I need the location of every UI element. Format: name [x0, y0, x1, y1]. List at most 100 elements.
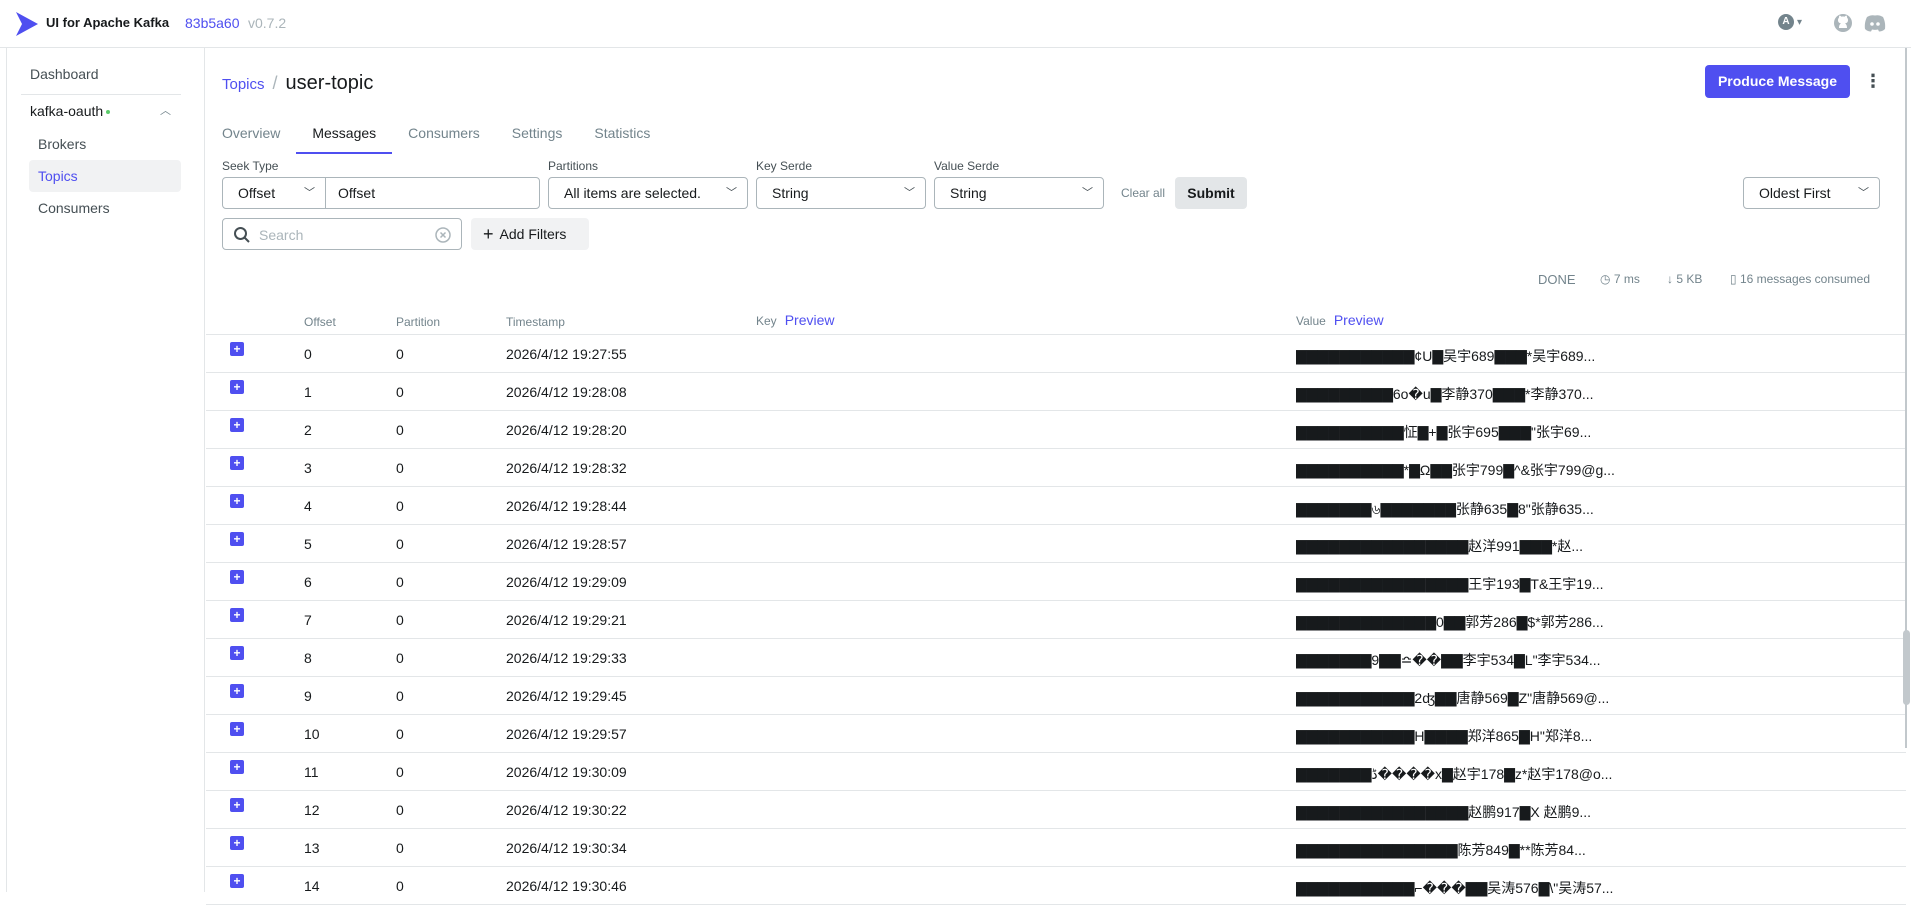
sidebar-item-brokers[interactable]: Brokers	[29, 128, 181, 160]
add-filters-button[interactable]: + Add Filters	[471, 218, 589, 250]
cell-offset: 6	[304, 574, 312, 590]
github-icon[interactable]	[1833, 13, 1853, 33]
cell-partition: 0	[396, 650, 404, 666]
page-scrollbar-thumb[interactable]	[1903, 630, 1910, 705]
tab-settings[interactable]: Settings	[496, 118, 579, 154]
sidebar-item-topics[interactable]: Topics	[29, 160, 181, 192]
expand-row-icon[interactable]: +	[230, 684, 244, 698]
partitions-select[interactable]: All items are selected. ﹀	[548, 177, 748, 209]
cell-offset: 1	[304, 384, 312, 400]
page-title: user-topic	[285, 72, 374, 94]
discord-icon[interactable]	[1864, 14, 1886, 32]
document-icon: ▯	[1730, 272, 1737, 286]
sidebar-item-dashboard[interactable]: Dashboard	[21, 58, 181, 90]
expand-row-icon[interactable]: +	[230, 342, 244, 356]
cell-timestamp: 2026/4/12 19:27:55	[506, 346, 627, 362]
messages-table: Offset Partition Timestamp Key Preview Va…	[206, 308, 1906, 905]
tab-messages[interactable]: Messages	[296, 118, 393, 154]
table-row[interactable]: +2 0 2026/4/12 19:28:20 ▇▇▇▇▇▇▇▇▇▇怔▇+▇张宇695…	[206, 411, 1906, 449]
sidebar-item-consumers[interactable]: Consumers	[29, 192, 181, 224]
expand-row-icon[interactable]: +	[230, 646, 244, 660]
table-row[interactable]: +9 0 2026/4/12 19:29:45 ▇▇▇▇▇▇▇▇▇▇▇2ʤ▇▇唐静56…	[206, 677, 1906, 715]
sidebar-cluster-kafka-oauth[interactable]: kafka-oauth ︿	[21, 94, 181, 126]
table-row[interactable]: +4 0 2026/4/12 19:28:44 ▇▇▇▇▇▇▇৬▇▇▇▇▇▇▇张静63…	[206, 487, 1906, 525]
table-row[interactable]: +7 0 2026/4/12 19:29:21 ▇▇▇▇▇▇▇▇▇▇▇▇▇0▇▇郭芳2…	[206, 601, 1906, 639]
expand-row-icon[interactable]: +	[230, 760, 244, 774]
key-serde-select[interactable]: String ﹀	[756, 177, 926, 209]
expand-row-icon[interactable]: +	[230, 874, 244, 888]
key-preview-link[interactable]: Preview	[785, 312, 835, 328]
cell-timestamp: 2026/4/12 19:28:08	[506, 384, 627, 400]
expand-row-icon[interactable]: +	[230, 494, 244, 508]
table-row[interactable]: +0 0 2026/4/12 19:27:55 ▇▇▇▇▇▇▇▇▇▇▇¢U▇吴宇689…	[206, 335, 1906, 373]
cell-partition: 0	[396, 764, 404, 780]
cell-offset: 0	[304, 346, 312, 362]
breadcrumb-separator: /	[272, 73, 278, 93]
tab-overview[interactable]: Overview	[206, 118, 296, 154]
app-brand[interactable]: UI for Apache Kafka	[46, 15, 169, 30]
table-header: Offset Partition Timestamp Key Preview Va…	[206, 308, 1906, 335]
cell-timestamp: 2026/4/12 19:30:09	[506, 764, 627, 780]
table-row[interactable]: +1 0 2026/4/12 19:28:08 ▇▇▇▇▇▇▇▇▇6o�u▇李静370…	[206, 373, 1906, 411]
table-row[interactable]: +13 0 2026/4/12 19:30:34 ▇▇▇▇▇▇▇▇▇▇▇▇▇▇▇陈芳8…	[206, 829, 1906, 867]
more-options-icon[interactable]: ⋮	[1864, 68, 1882, 94]
submit-button[interactable]: Submit	[1175, 177, 1247, 209]
cell-timestamp: 2026/4/12 19:28:20	[506, 422, 627, 438]
plus-icon: +	[483, 224, 494, 244]
cell-partition: 0	[396, 802, 404, 818]
expand-row-icon[interactable]: +	[230, 836, 244, 850]
sort-order-select[interactable]: Oldest First ﹀	[1743, 177, 1880, 209]
clock-icon: ◷	[1600, 272, 1611, 286]
seek-type-select[interactable]: Offset ﹀	[222, 177, 326, 209]
search-input[interactable]: Search	[222, 218, 462, 250]
cell-value: ▇▇▇▇▇▇▇▇▇▇▇2ʤ▇▇唐静569▇Z"唐静569@...	[1296, 690, 1610, 706]
tab-statistics[interactable]: Statistics	[578, 118, 666, 154]
cell-offset: 4	[304, 498, 312, 514]
expand-row-icon[interactable]: +	[230, 380, 244, 394]
table-row[interactable]: +12 0 2026/4/12 19:30:22 ▇▇▇▇▇▇▇▇▇▇▇▇▇▇▇▇赵鹏…	[206, 791, 1906, 829]
table-row[interactable]: +8 0 2026/4/12 19:29:33 ▇▇▇▇▇▇▇9▇▇≏��▇▇李宇53…	[206, 639, 1906, 677]
value-serde-select[interactable]: String ﹀	[934, 177, 1104, 209]
cell-offset: 9	[304, 688, 312, 704]
expand-row-icon[interactable]: +	[230, 570, 244, 584]
cell-timestamp: 2026/4/12 19:30:34	[506, 840, 627, 856]
table-row[interactable]: +11 0 2026/4/12 19:30:09 ▇▇▇▇▇▇▇ڈ����x▇赵宇17…	[206, 753, 1906, 791]
chevron-up-icon[interactable]: ︿	[160, 95, 171, 127]
offset-input[interactable]: Offset	[325, 177, 540, 209]
chevron-down-icon: ﹀	[726, 187, 737, 199]
breadcrumb-topics-link[interactable]: Topics	[222, 76, 265, 93]
clear-all-button[interactable]: Clear all	[1121, 186, 1165, 200]
cell-value: ▇▇▇▇▇▇▇▇▇▇▇▇▇▇▇▇王宇193▇T&王宇19...	[1296, 576, 1604, 592]
expand-row-icon[interactable]: +	[230, 722, 244, 736]
header-timestamp: Timestamp	[506, 315, 565, 329]
expand-row-icon[interactable]: +	[230, 456, 244, 470]
cell-timestamp: 2026/4/12 19:28:57	[506, 536, 627, 552]
table-row[interactable]: +10 0 2026/4/12 19:29:57 ▇▇▇▇▇▇▇▇▇▇▇H▇▇▇▇郑洋…	[206, 715, 1906, 753]
header-key-label: Key	[756, 314, 777, 328]
partitions-value: All items are selected.	[564, 185, 701, 201]
expand-row-icon[interactable]: +	[230, 418, 244, 432]
table-row[interactable]: +3 0 2026/4/12 19:28:32 ▇▇▇▇▇▇▇▇▇▇*▇Ω▇▇张宇79…	[206, 449, 1906, 487]
expand-row-icon[interactable]: +	[230, 798, 244, 812]
cell-value: ▇▇▇▇▇▇▇▇▇▇▇⌐���▇▇吴涛576▇\"吴涛57...	[1296, 880, 1614, 896]
expand-row-icon[interactable]: +	[230, 532, 244, 546]
cell-partition: 0	[396, 840, 404, 856]
cell-offset: 11	[304, 764, 319, 780]
cell-value: ▇▇▇▇▇▇▇▇▇▇*▇Ω▇▇张宇799▇^&张宇799@g...	[1296, 462, 1615, 478]
user-menu[interactable]: A ▾	[1778, 14, 1802, 30]
expand-row-icon[interactable]: +	[230, 608, 244, 622]
value-preview-link[interactable]: Preview	[1334, 312, 1384, 328]
messages-consumed-value: 16 messages consumed	[1739, 272, 1871, 286]
header-key: Key Preview	[756, 312, 834, 328]
key-serde-label: Key Serde	[756, 159, 813, 173]
kafka-logo-icon[interactable]	[14, 10, 40, 38]
cell-offset: 8	[304, 650, 312, 666]
commit-link[interactable]: 83b5a60	[185, 15, 240, 31]
table-row[interactable]: +14 0 2026/4/12 19:30:46 ▇▇▇▇▇▇▇▇▇▇▇⌐���▇▇吴…	[206, 867, 1906, 905]
table-row[interactable]: +6 0 2026/4/12 19:29:09 ▇▇▇▇▇▇▇▇▇▇▇▇▇▇▇▇王宇1…	[206, 563, 1906, 601]
produce-message-button[interactable]: Produce Message	[1705, 65, 1850, 98]
clear-search-icon[interactable]	[435, 227, 451, 243]
sort-order-value: Oldest First	[1759, 185, 1831, 201]
tab-consumers[interactable]: Consumers	[392, 118, 496, 154]
table-row[interactable]: +5 0 2026/4/12 19:28:57 ▇▇▇▇▇▇▇▇▇▇▇▇▇▇▇▇赵洋9…	[206, 525, 1906, 563]
